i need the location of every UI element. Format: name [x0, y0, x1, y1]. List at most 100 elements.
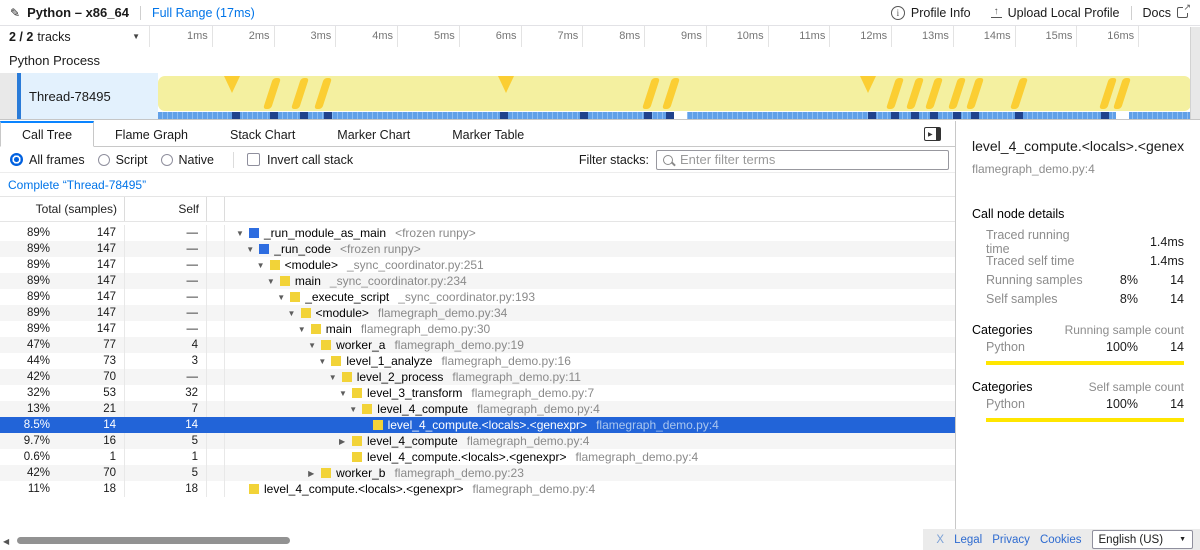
footer-link-legal[interactable]: Legal: [954, 534, 982, 546]
twisty-icon[interactable]: ▼: [339, 389, 352, 398]
file-location: flamegraph_demo.py:4: [467, 434, 590, 448]
categories-label: Categories: [972, 380, 1089, 394]
tab-stack-chart[interactable]: Stack Chart: [209, 121, 316, 146]
detail-percent: 8%: [1096, 292, 1138, 306]
twisty-icon[interactable]: ▼: [246, 245, 259, 254]
twisty-icon[interactable]: ▶: [339, 437, 352, 446]
table-row[interactable]: 89%147—▼mainflamegraph_demo.py:30: [0, 321, 955, 337]
table-row[interactable]: 89%147—▼_run_code<frozen runpy>: [0, 241, 955, 257]
table-row[interactable]: 13%217▼level_4_computeflamegraph_demo.py…: [0, 401, 955, 417]
edit-profile-name-icon[interactable]: ✎: [10, 6, 20, 20]
function-name: level_3_transform: [367, 386, 462, 400]
sample-dark-segment: [232, 112, 240, 119]
category-square-icon: [352, 452, 362, 462]
table-row[interactable]: 42%705▶worker_bflamegraph_demo.py:23: [0, 465, 955, 481]
footer-close-button[interactable]: X: [936, 534, 944, 546]
table-row[interactable]: 32%5332▼level_3_transformflamegraph_demo…: [0, 385, 955, 401]
marker-slash-icon: [291, 78, 309, 109]
marker-slash-icon: [662, 78, 680, 109]
footer-link-privacy[interactable]: Privacy: [992, 534, 1030, 546]
table-row[interactable]: 47%774▼worker_aflamegraph_demo.py:19: [0, 337, 955, 353]
total-cell: 8.5%14: [0, 417, 125, 433]
invert-call-stack-label[interactable]: Invert call stack: [267, 153, 353, 167]
tracks-dropdown[interactable]: 2 / 2 tracks ▼: [0, 26, 150, 47]
category-count: 14: [1138, 340, 1184, 354]
radio-label[interactable]: Native: [179, 153, 214, 167]
table-row[interactable]: 8.5%1414level_4_compute.<locals>.<genexp…: [0, 417, 955, 433]
docs-link[interactable]: Docs: [1143, 6, 1188, 20]
table-row[interactable]: 42%70—▼level_2_processflamegraph_demo.py…: [0, 369, 955, 385]
table-row[interactable]: 89%147—▼_run_module_as_main<frozen runpy…: [0, 225, 955, 241]
invert-call-stack-checkbox[interactable]: [247, 153, 260, 166]
total-count: 70: [50, 371, 124, 383]
twisty-icon[interactable]: ▼: [277, 293, 290, 302]
profile-name[interactable]: Python – x86_64: [27, 5, 129, 20]
track-scrollbar[interactable]: [1190, 27, 1200, 119]
total-percent: 89%: [0, 259, 50, 271]
call-tree-header: Total (samples) Self: [0, 197, 955, 222]
tab-call-tree[interactable]: Call Tree: [0, 121, 94, 147]
thread-track[interactable]: Thread-78495: [0, 73, 1200, 120]
scrollbar-thumb[interactable]: [17, 537, 290, 544]
toggle-sidebar-icon[interactable]: [924, 127, 941, 141]
twisty-icon[interactable]: ▼: [318, 357, 331, 366]
total-count: 147: [50, 291, 124, 303]
filter-input[interactable]: [678, 151, 948, 168]
activity-graph[interactable]: [158, 73, 1200, 119]
time-ticks[interactable]: 1ms2ms3ms4ms5ms6ms7ms8ms9ms10ms11ms12ms1…: [150, 26, 1200, 47]
table-row[interactable]: 89%147—▼_execute_script_sync_coordinator…: [0, 289, 955, 305]
twisty-icon[interactable]: ▼: [308, 341, 321, 350]
full-range-link[interactable]: Full Range (17ms): [152, 6, 255, 20]
category-square-icon: [311, 324, 321, 334]
twisty-icon[interactable]: ▼: [288, 309, 301, 318]
self-cell: 32: [125, 385, 207, 401]
radio-all-frames[interactable]: [10, 153, 23, 166]
twisty-icon[interactable]: ▶: [308, 469, 321, 478]
marker-slash-icon: [642, 78, 660, 109]
total-percent: 89%: [0, 323, 50, 335]
detail-value: 1.4ms: [1138, 254, 1184, 268]
twisty-icon[interactable]: ▼: [329, 373, 342, 382]
horizontal-scrollbar[interactable]: ◀: [0, 537, 955, 547]
upload-local-profile-button[interactable]: ↑ Upload Local Profile: [991, 6, 1120, 20]
spacer-cell: [207, 257, 225, 273]
table-row[interactable]: 0.6%11level_4_compute.<locals>.<genexpr>…: [0, 449, 955, 465]
table-row[interactable]: 44%733▼level_1_analyzeflamegraph_demo.py…: [0, 353, 955, 369]
radio-script[interactable]: [98, 154, 110, 166]
detail-row: Traced self time1.4ms: [972, 251, 1184, 270]
scroll-left-icon[interactable]: ◀: [3, 537, 9, 546]
twisty-icon[interactable]: ▼: [298, 325, 311, 334]
table-row[interactable]: 89%147—▼<module>flamegraph_demo.py:34: [0, 305, 955, 321]
language-select[interactable]: English (US) ▼: [1092, 530, 1194, 549]
thread-track-label[interactable]: Thread-78495: [21, 73, 158, 119]
total-cell: 44%73: [0, 353, 125, 369]
radio-label[interactable]: Script: [116, 153, 148, 167]
twisty-icon[interactable]: ▼: [236, 229, 249, 238]
process-track-header[interactable]: Python Process: [0, 47, 1200, 74]
function-name: level_4_compute: [377, 402, 468, 416]
spacer-cell: [207, 353, 225, 369]
total-cell: 89%147: [0, 257, 125, 273]
twisty-icon[interactable]: ▼: [267, 277, 280, 286]
total-count: 14: [50, 419, 124, 431]
time-tick-label: 14ms: [953, 30, 1011, 42]
table-row[interactable]: 89%147—▼<module>_sync_coordinator.py:251: [0, 257, 955, 273]
table-row[interactable]: 11%1818level_4_compute.<locals>.<genexpr…: [0, 481, 955, 497]
tab-marker-table[interactable]: Marker Table: [431, 121, 545, 146]
footer-link-cookies[interactable]: Cookies: [1040, 534, 1082, 546]
category-square-icon: [342, 372, 352, 382]
profile-info-button[interactable]: i Profile Info: [891, 6, 971, 20]
column-total-samples[interactable]: Total (samples): [0, 197, 125, 221]
twisty-icon[interactable]: ▼: [257, 261, 270, 270]
tab-marker-chart[interactable]: Marker Chart: [316, 121, 431, 146]
radio-label[interactable]: All frames: [29, 153, 85, 167]
twisty-icon[interactable]: ▼: [349, 405, 362, 414]
tab-flame-graph[interactable]: Flame Graph: [94, 121, 209, 146]
table-row[interactable]: 89%147—▼main_sync_coordinator.py:234: [0, 273, 955, 289]
file-location: flamegraph_demo.py:4: [596, 418, 719, 432]
table-row[interactable]: 9.7%165▶level_4_computeflamegraph_demo.p…: [0, 433, 955, 449]
total-percent: 89%: [0, 227, 50, 239]
radio-native[interactable]: [161, 154, 173, 166]
complete-thread-link[interactable]: Complete “Thread-78495”: [0, 173, 955, 197]
column-self[interactable]: Self: [125, 197, 207, 221]
